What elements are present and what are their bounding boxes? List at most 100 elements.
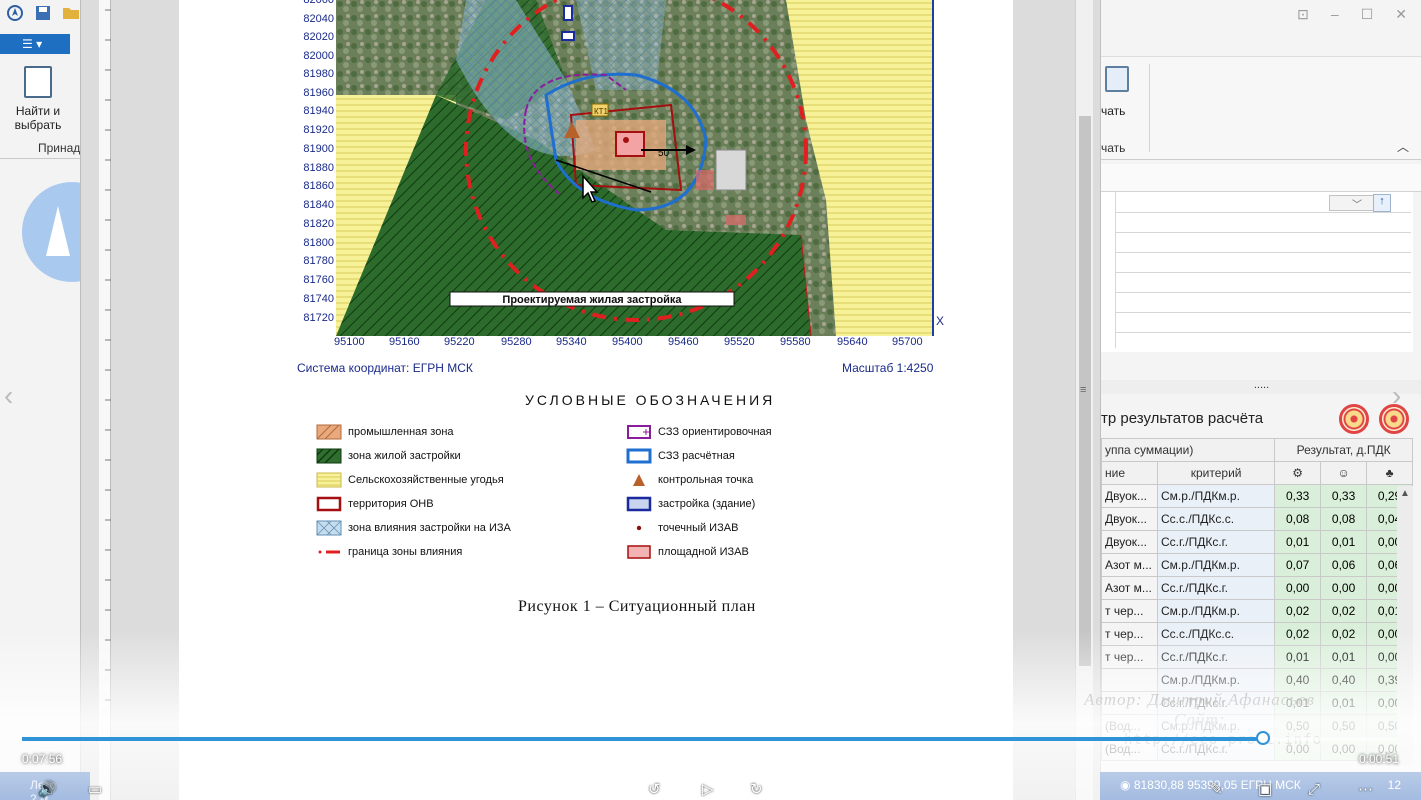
y-tick: 81960 [303, 87, 334, 99]
grid-line [1115, 232, 1411, 233]
coordinate-system-label: Система координат: ЕГРН МСК [297, 361, 473, 375]
cell-value: 0,07 [1274, 553, 1322, 577]
column-header[interactable]: ние [1101, 461, 1158, 485]
window-controls: ⊡ – ☐ ✕ [1297, 6, 1407, 23]
target-icon[interactable] [1339, 404, 1369, 434]
close-icon[interactable]: ✕ [1395, 6, 1407, 23]
legend-label: граница зоны влияния [348, 546, 463, 558]
folder-icon[interactable] [62, 4, 80, 22]
onv-territory-swatch [316, 496, 342, 512]
x-tick: 95640 [837, 336, 868, 348]
video-controls: 🔊 ▭ ↺ ▷ ↻ ✎ ▣ ⤢ ⋯ [0, 780, 1421, 800]
y-tick: 81780 [303, 255, 334, 267]
cell-value: 0,06 [1320, 553, 1368, 577]
influence-boundary-swatch [318, 550, 340, 554]
szz-orientation-swatch [627, 425, 651, 439]
table-row[interactable]: т чер... См.р./ПДКм.р. 0,02 0,02 0,01 [1101, 599, 1413, 623]
maximize-icon[interactable]: ☐ [1361, 6, 1374, 23]
cell-value: 0,02 [1274, 599, 1322, 623]
y-tick: 81920 [303, 124, 334, 136]
legend-label: зона влияния застройки на ИЗА [348, 522, 511, 534]
legend-label: зона жилой застройки [348, 450, 461, 462]
subtitles-icon[interactable]: ▭ [88, 780, 102, 800]
panel-splitter[interactable]: ..... [1101, 380, 1421, 394]
y-tick: 81720 [303, 312, 334, 324]
column-header: уппа суммации) [1100, 438, 1276, 462]
pen-icon[interactable]: ✎ [1210, 780, 1223, 800]
miniplayer-icon[interactable]: ▣ [1258, 780, 1272, 800]
table-header-row: ние критерий ⚙ ☺ ♣ [1101, 461, 1413, 485]
ribbon-group-label: чать [1101, 141, 1126, 155]
minimize-icon[interactable]: – [1331, 6, 1339, 23]
grid-line [1115, 292, 1411, 293]
cell-value: 0,08 [1274, 507, 1322, 531]
cell-name: Двуок... [1101, 484, 1158, 508]
watermark-author: Автор: Дмитрий Афанасьев [1084, 690, 1315, 709]
document-scrollbar[interactable]: ≡ [1075, 0, 1093, 800]
situation-map: КТ1 50 Проектируемая жилая застройка [336, 0, 934, 336]
rewind-10-icon[interactable]: ↺ [648, 780, 661, 800]
save-icon[interactable] [34, 4, 52, 22]
video-progress-bar[interactable] [22, 731, 1398, 745]
scroll-grip-icon: ≡ [1080, 384, 1087, 396]
previous-arrow-icon[interactable]: ‹ [4, 380, 13, 412]
table-row[interactable]: См.р./ПДКм.р. 0,40 0,40 0,39 [1101, 668, 1413, 692]
y-tick: 81840 [303, 199, 334, 211]
tree-icon: ♣ [1385, 466, 1394, 480]
distance-label: 50 [658, 148, 670, 159]
cell-criteria: Сс.с./ПДКс.с. [1156, 507, 1276, 531]
table-row[interactable]: т чер... Сс.с./ПДКс.с. 0,02 0,02 0,00 [1101, 622, 1413, 646]
legend-label: контрольная точка [658, 474, 754, 486]
y-tick: 81740 [303, 293, 334, 305]
cell-name: т чер... [1101, 622, 1158, 646]
north-arrow-icon [46, 206, 70, 256]
column-header[interactable]: ☺ [1320, 461, 1368, 485]
file-menu-button[interactable]: ☰ ▾ [0, 34, 70, 54]
map-y-axis-labels: 82060 82040 82020 82000 81980 81960 8194… [290, 0, 334, 336]
cell-value: 0,33 [1274, 484, 1322, 508]
grid-line [1115, 332, 1411, 333]
table-row[interactable]: т чер... Сс.г./ПДКс.г. 0,01 0,01 0,00 [1101, 645, 1413, 669]
watermark: Автор: Дмитрий Афанасьев Сайт: http://ec… [1084, 690, 1322, 750]
column-header[interactable]: критерий [1156, 461, 1276, 485]
fullscreen-icon[interactable]: ⤢ [1308, 780, 1320, 800]
volume-icon[interactable]: 🔊 [38, 780, 57, 800]
cell-value: 0,40 [1320, 668, 1368, 692]
table-row[interactable]: Азот м... Сс.г./ПДКс.г. 0,00 0,00 0,00 [1101, 576, 1413, 600]
y-tick: 82060 [303, 0, 334, 6]
column-header[interactable]: ⚙ [1274, 461, 1322, 485]
print-icon[interactable] [1105, 66, 1129, 92]
list-icon: ☰ ▾ [22, 37, 43, 51]
scroll-up-icon[interactable]: ▲ [1400, 488, 1410, 499]
sort-up-icon[interactable]: ↑ [1373, 194, 1391, 212]
table-row[interactable]: Двуок... Сс.с./ПДКс.с. 0,08 0,08 0,04 [1101, 507, 1413, 531]
more-icon[interactable]: ⋯ [1358, 780, 1373, 800]
legend-item: граница зоны влияния [316, 540, 511, 564]
y-tick: 81900 [303, 143, 334, 155]
forward-30-icon[interactable]: ↻ [750, 780, 763, 800]
legend-item: точечный ИЗАВ [626, 516, 772, 540]
find-select-icon[interactable] [24, 66, 52, 98]
results-scrollbar[interactable]: ▲ [1397, 486, 1413, 766]
x-tick: 95700 [892, 336, 923, 348]
cell-value: 0,02 [1320, 622, 1368, 646]
app-logo-icon[interactable] [6, 4, 24, 22]
column-header[interactable]: ♣ [1366, 461, 1413, 485]
play-icon[interactable]: ▷ [702, 780, 714, 800]
print-button-label[interactable]: чать [1101, 104, 1125, 118]
legend-label: Сельскохозяйственные угодья [348, 474, 504, 486]
table-row[interactable]: Двуок... Сс.г./ПДКс.г. 0,01 0,01 0,00 [1101, 530, 1413, 554]
next-arrow-icon[interactable]: › [1392, 380, 1401, 412]
find-select-button-label[interactable]: Найти и выбрать [8, 104, 68, 132]
legend-title: УСЛОВНЫЕ ОБОЗНАЧЕНИЯ [525, 392, 776, 408]
restore-layout-icon[interactable]: ⊡ [1297, 6, 1309, 23]
x-tick: 95520 [724, 336, 755, 348]
table-row[interactable]: Двуок... См.р./ПДКм.р. 0,33 0,33 0,29 [1101, 484, 1413, 508]
table-row[interactable]: Азот м... См.р./ПДКм.р. 0,07 0,06 0,06 [1101, 553, 1413, 577]
industrial-zone-swatch [316, 424, 342, 440]
cell-name: Двуок... [1101, 507, 1158, 531]
properties-grid[interactable] [1101, 192, 1413, 352]
legend-label: территория ОНВ [348, 498, 434, 510]
y-tick: 81980 [303, 68, 334, 80]
collapse-ribbon-icon[interactable]: ︿ [1397, 138, 1409, 155]
